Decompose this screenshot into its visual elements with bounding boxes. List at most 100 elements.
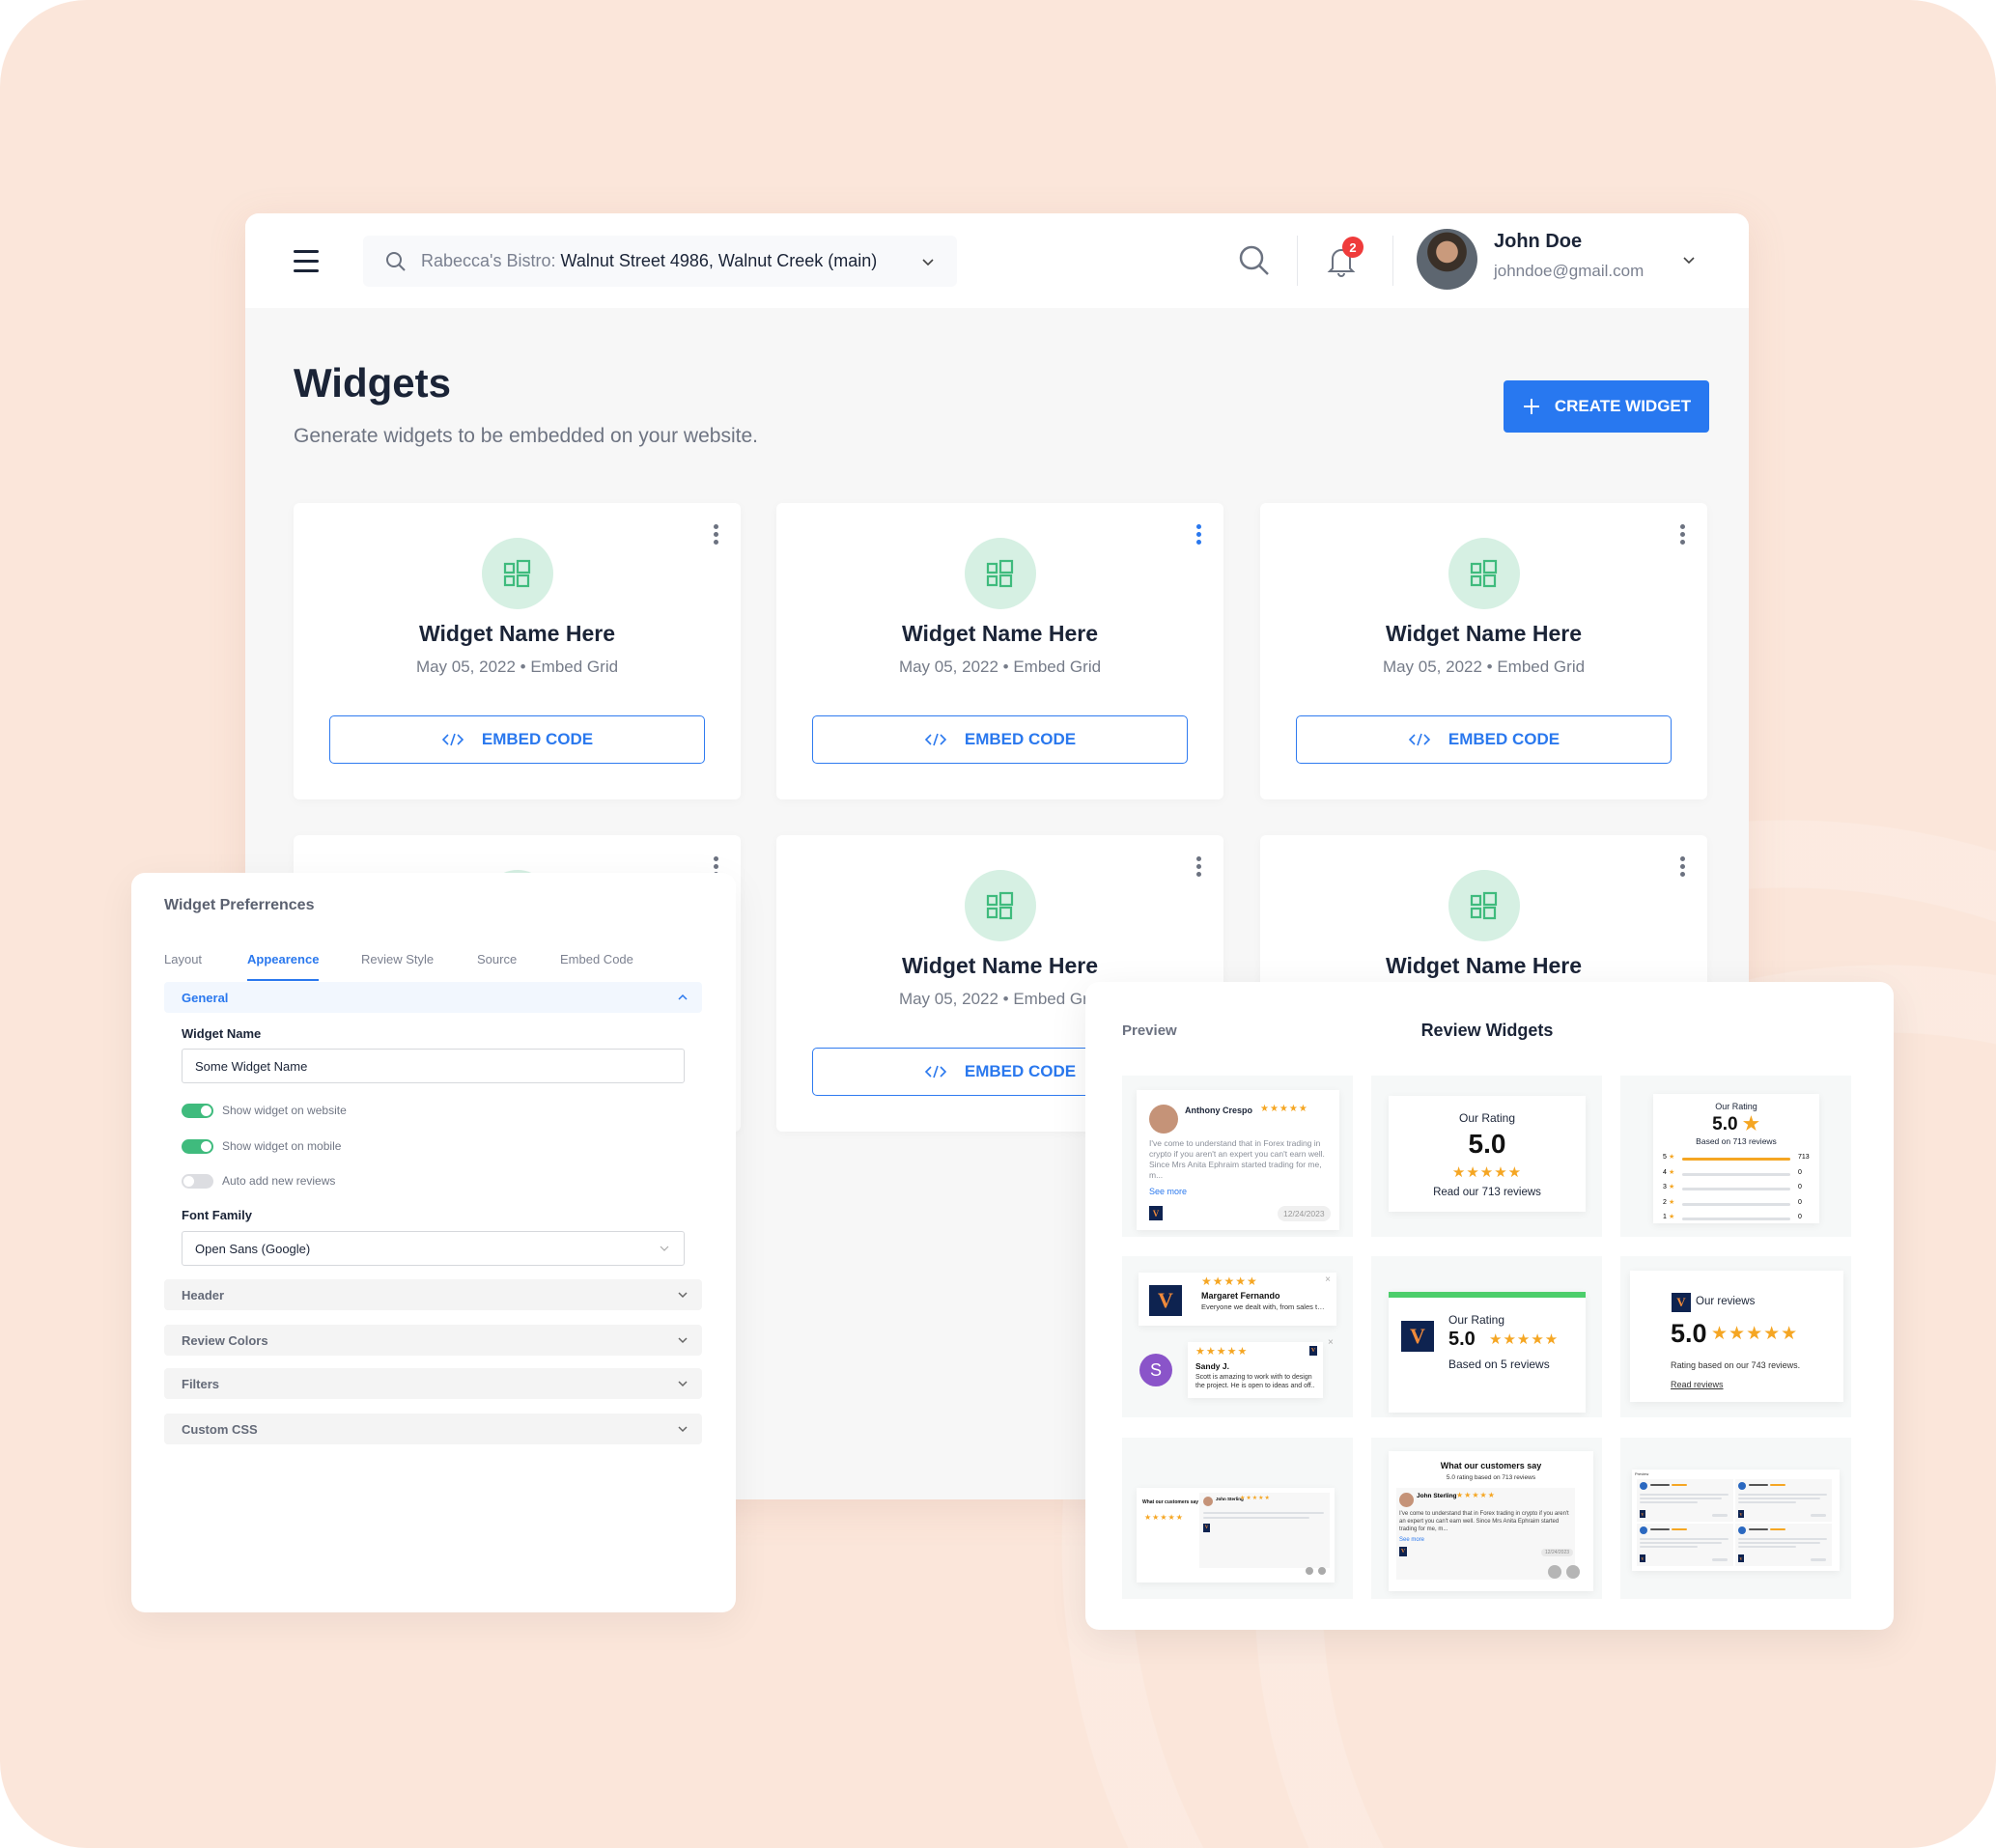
widget-preferences-panel: Widget Preferrences Layout Appearence Re…	[131, 873, 736, 1612]
rating-stars: ★★★★★	[1201, 1274, 1258, 1288]
section-label: Header	[182, 1287, 225, 1302]
widget-template-review-card[interactable]: Anthony Crespo ★★★★★ I've come to unders…	[1122, 1076, 1353, 1237]
preview-title: Review Widgets	[1420, 1021, 1554, 1040]
carousel-heading: What our customers say	[1142, 1499, 1199, 1505]
widget-name: Widget Name Here	[1385, 953, 1582, 978]
plus-icon	[1523, 399, 1539, 414]
location-selector[interactable]: Rabecca's Bistro: Walnut Street 4986, Wa…	[363, 236, 957, 287]
section-filters[interactable]: Filters	[164, 1368, 702, 1399]
embed-code-button[interactable]: EMBED CODE	[1296, 715, 1672, 764]
section-custom-css[interactable]: Custom CSS	[164, 1414, 702, 1444]
section-header[interactable]: Header	[164, 1279, 702, 1310]
font-family-value: Open Sans (Google)	[195, 1241, 311, 1256]
rating-footer: Based on 5 reviews	[1448, 1358, 1550, 1371]
rating-text: Rating based on our 743 reviews.	[1671, 1360, 1801, 1370]
toggle-auto-add-reviews[interactable]	[182, 1174, 213, 1189]
bar-count: 0	[1798, 1198, 1802, 1206]
tab-embed-code[interactable]: Embed Code	[560, 952, 633, 966]
brand-logo: V	[1401, 1321, 1434, 1352]
widget-template-rating-bar[interactable]: V Our Rating 5.0 ★★★★★ Based on 5 review…	[1371, 1256, 1602, 1417]
rating-heading: Our Rating	[1448, 1313, 1505, 1327]
widget-template-rating-badge[interactable]: Our Rating 5.0 ★★★★★ Read our 713 review…	[1371, 1076, 1602, 1237]
embed-code-button[interactable]: EMBED CODE	[812, 715, 1188, 764]
bar-track	[1682, 1172, 1790, 1176]
chevron-down-icon	[678, 1426, 688, 1433]
toggle-label: Auto add new reviews	[222, 1174, 336, 1188]
toggle-label: Show widget on website	[222, 1104, 347, 1117]
grid-icon	[482, 538, 553, 609]
reviewer-name: Margaret Fernando	[1201, 1291, 1280, 1301]
review-text: Everyone we dealt with, from sales to in…	[1201, 1302, 1327, 1311]
rating-stars: ★★★★★	[1456, 1491, 1496, 1499]
chevron-down-icon	[660, 1246, 669, 1251]
prev-arrow-icon[interactable]	[1306, 1567, 1313, 1575]
brand-logo: V	[1672, 1293, 1691, 1312]
widget-name: Widget Name Here	[901, 953, 1098, 978]
mini-review-card: V	[1735, 1479, 1832, 1522]
see-more-link: See more	[1399, 1537, 1425, 1543]
rating-bar-row: 2 ★ 0	[1663, 1199, 1813, 1209]
rating-heading: Our Rating	[1458, 1111, 1516, 1125]
reviewer-avatar	[1203, 1497, 1213, 1506]
rating-stars: ★★★★★	[1195, 1346, 1249, 1358]
grid-icon	[1448, 538, 1520, 609]
widget-template-our-reviews[interactable]: V Our reviews 5.0 ★★★★★ Rating based on …	[1620, 1256, 1851, 1417]
toggle-show-website[interactable]	[182, 1104, 213, 1118]
create-widget-button[interactable]: CREATE WIDGET	[1504, 380, 1709, 433]
close-icon[interactable]: ×	[1328, 1337, 1334, 1348]
rating-score: 5.0	[1468, 1129, 1506, 1159]
embed-code-button[interactable]: EMBED CODE	[329, 715, 705, 764]
preview-panel: Preview Review Widgets Anthony Crespo ★★…	[1085, 982, 1894, 1630]
tab-appearence[interactable]: Appearence	[247, 952, 319, 966]
location-name: Walnut Street 4986, Walnut Creek (main)	[560, 251, 878, 270]
widget-name: Widget Name Here	[1385, 621, 1582, 646]
search-icon[interactable]	[1238, 244, 1271, 277]
widget-template-floating-reviews[interactable]: V ★★★★★ Margaret Fernando Everyone we de…	[1122, 1256, 1353, 1417]
tab-layout[interactable]: Layout	[164, 952, 202, 966]
user-email: johndoe@gmail.com	[1494, 262, 1645, 280]
widget-template-rating-breakdown[interactable]: Our Rating 5.0 ★ Based on 713 reviews 5 ★…	[1620, 1076, 1851, 1237]
star-icon: ★	[1669, 1168, 1676, 1176]
chevron-down-icon[interactable]	[1681, 252, 1697, 267]
bar-count: 0	[1798, 1184, 1802, 1190]
close-icon[interactable]: ×	[1325, 1274, 1331, 1285]
tab-source[interactable]: Source	[477, 952, 517, 966]
section-review-colors[interactable]: Review Colors	[164, 1325, 702, 1356]
star-icon: ★	[1669, 1214, 1676, 1220]
prev-arrow-icon[interactable]	[1548, 1565, 1561, 1579]
rating-bar-row: 5 ★ 713	[1663, 1154, 1813, 1163]
font-family-select[interactable]: Open Sans (Google)	[182, 1231, 685, 1266]
widget-template-carousel[interactable]: What our customers say 5.0 rating based …	[1371, 1438, 1602, 1599]
more-options-icon[interactable]	[1196, 856, 1202, 880]
widget-name-value: Some Widget Name	[195, 1058, 308, 1074]
more-options-icon[interactable]	[1680, 524, 1686, 547]
more-options-icon[interactable]	[1680, 856, 1686, 880]
preview-label: Preview	[1122, 1022, 1177, 1039]
section-label: Review Colors	[182, 1332, 268, 1348]
menu-icon[interactable]	[294, 250, 319, 279]
widget-name-input[interactable]: Some Widget Name	[182, 1049, 685, 1083]
next-arrow-icon[interactable]	[1318, 1567, 1326, 1575]
more-options-icon[interactable]	[1196, 524, 1202, 547]
user-name: John Doe	[1494, 231, 1583, 252]
widget-template-carousel-small[interactable]: What our customers say ★★★★★ John Sterli…	[1122, 1438, 1353, 1599]
more-options-icon[interactable]	[714, 524, 719, 547]
brand-logo: V	[1203, 1524, 1210, 1532]
chevron-down-icon	[922, 258, 934, 266]
location-prefix: Rabecca's Bistro:	[421, 251, 556, 270]
avatar[interactable]	[1417, 229, 1477, 290]
next-arrow-icon[interactable]	[1566, 1565, 1580, 1579]
grid-icon	[1448, 870, 1520, 941]
widget-template-grid[interactable]: Preview VVVV	[1620, 1438, 1851, 1599]
section-general[interactable]: General	[164, 982, 702, 1013]
mini-preview-label: Preview	[1635, 1471, 1649, 1476]
bar-count: 713	[1798, 1154, 1810, 1161]
grid-icon	[965, 870, 1036, 941]
toggle-show-mobile[interactable]	[182, 1139, 213, 1154]
notification-badge: 2	[1342, 237, 1363, 258]
section-label: Custom CSS	[182, 1421, 258, 1437]
rating-score: 5.0	[1712, 1114, 1738, 1134]
bar-star-label: 4	[1663, 1168, 1667, 1176]
tab-review-style[interactable]: Review Style	[361, 952, 434, 966]
bar-star-label: 5	[1663, 1154, 1667, 1161]
